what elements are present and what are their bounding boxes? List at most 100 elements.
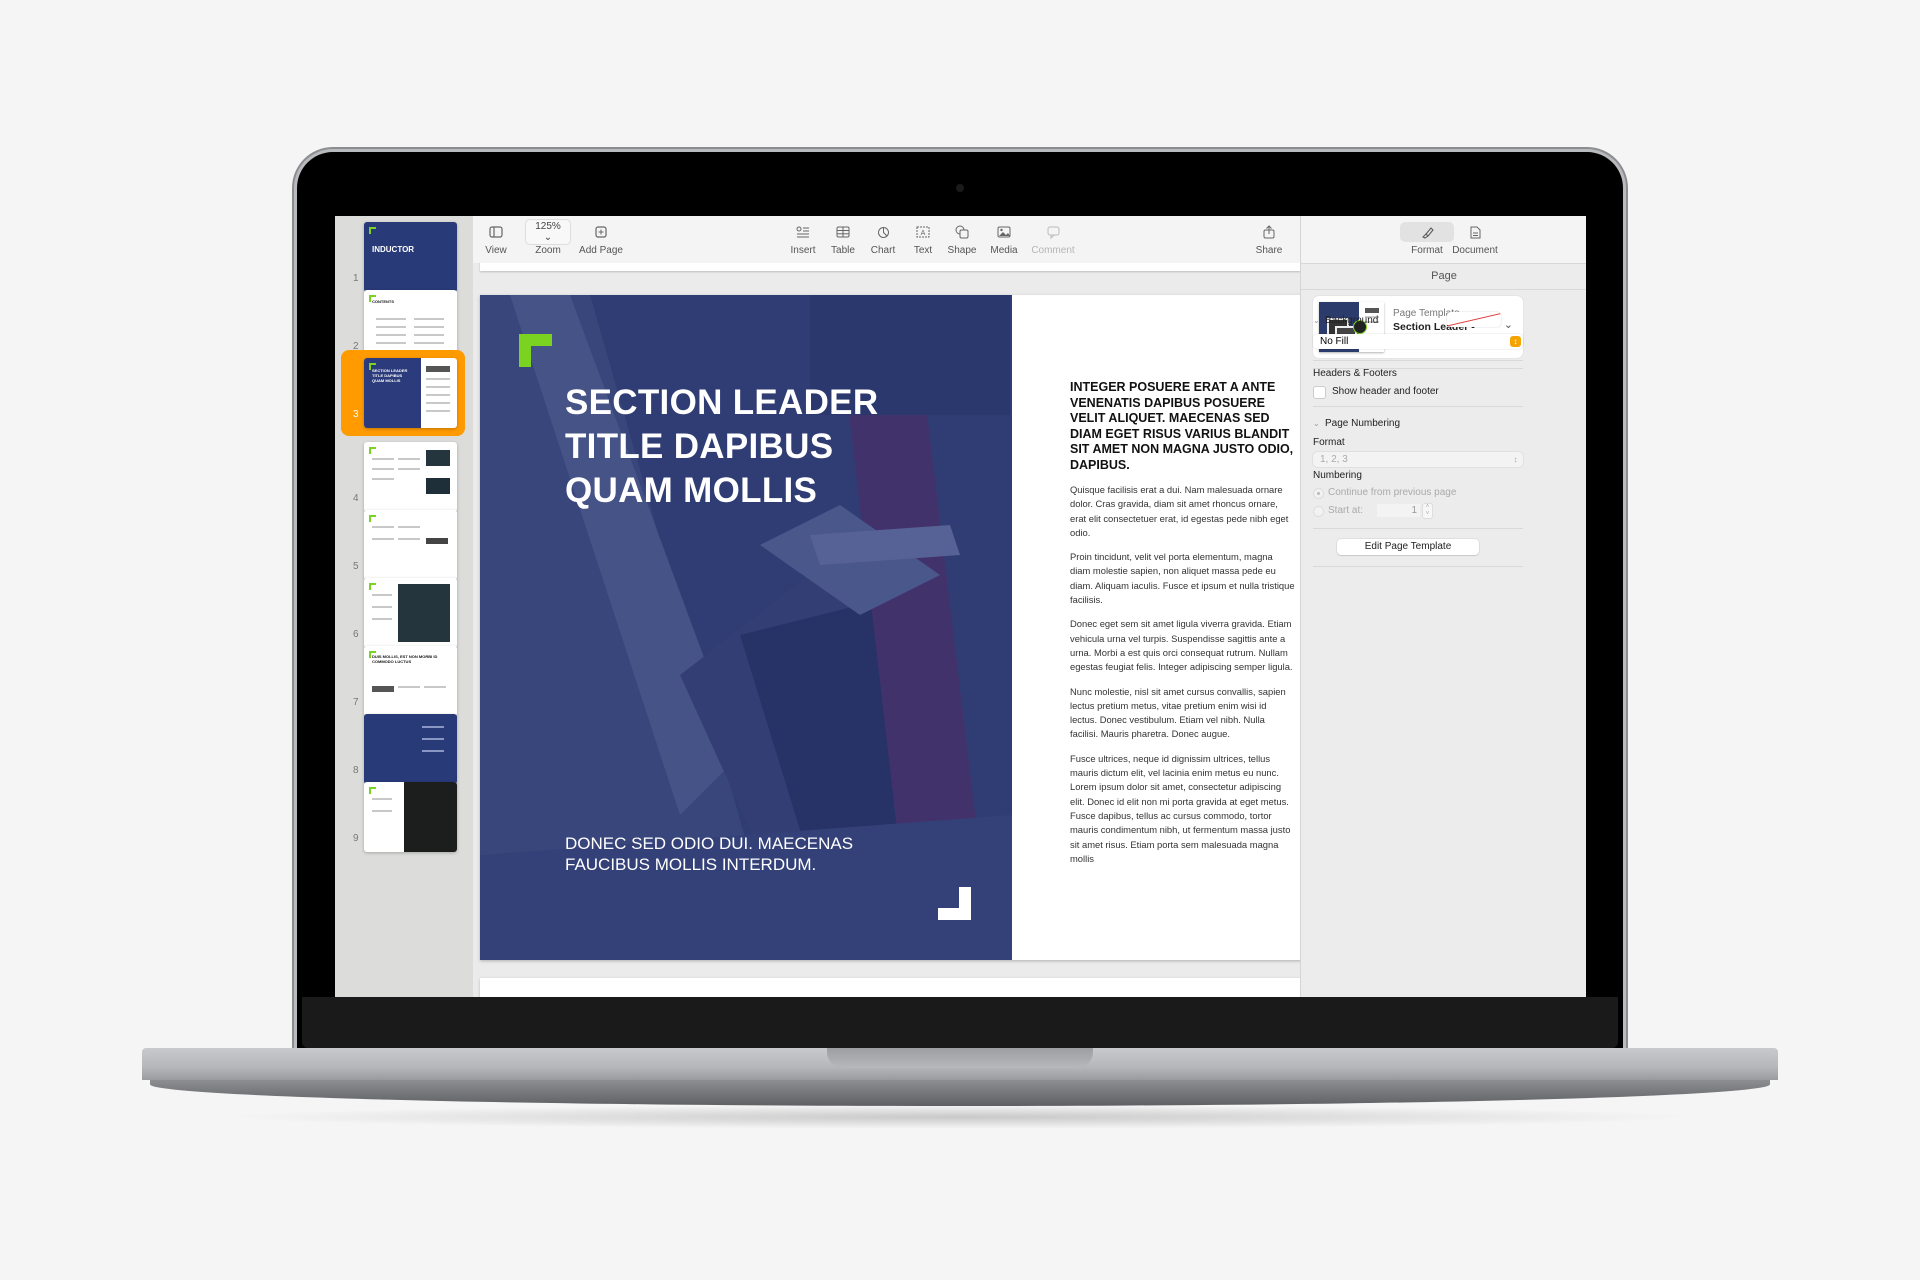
document-page-3[interactable]: SECTION LEADER TITLE DAPIBUS QUAM MOLLIS… — [480, 295, 1300, 960]
page-thumbnail-1[interactable]: INDUCTOR 1 — [335, 216, 473, 292]
page-number: 8 — [353, 765, 359, 776]
page-thumbnails-sidebar[interactable]: INDUCTOR 1 CONTENTS 2 SECTION LEADER TIT… — [335, 216, 474, 997]
page-thumbnail-8[interactable]: 8 — [335, 708, 473, 784]
add-page-label: Add Page — [579, 245, 623, 256]
insert-icon — [785, 222, 821, 242]
comment-button[interactable]: Comment — [1029, 222, 1077, 256]
shape-label: Shape — [947, 245, 977, 256]
share-icon — [1253, 222, 1285, 242]
insert-button[interactable]: Insert — [785, 222, 821, 256]
table-icon — [827, 222, 859, 242]
document-tab[interactable]: Document — [1447, 222, 1503, 256]
fill-value: No Fill — [1320, 336, 1349, 347]
text-line — [372, 606, 392, 608]
chevron-down-icon[interactable]: ⌄ — [1313, 419, 1320, 428]
body-paragraph: Proin tincidunt, velit vel porta element… — [1070, 551, 1295, 606]
text-line — [372, 526, 394, 528]
media-button[interactable]: Media — [987, 222, 1021, 256]
show-header-footer-checkbox[interactable] — [1313, 386, 1326, 399]
page-number: 5 — [353, 561, 359, 572]
page-number: 6 — [353, 629, 359, 640]
edit-page-template-button[interactable]: Edit Page Template — [1337, 539, 1479, 555]
thumbnail-preview: INDUCTOR — [364, 222, 457, 292]
section-subtitle[interactable]: DONEC SED ODIO DUI. MAECENAS FAUCIBUS MO… — [565, 833, 965, 875]
thumbnail-preview — [364, 442, 457, 512]
text-line — [398, 538, 420, 540]
view-button[interactable]: View — [481, 222, 511, 256]
zoom-control[interactable]: 125% ⌄ Zoom — [525, 219, 571, 256]
page-thumbnail-9[interactable]: 9 — [335, 776, 473, 852]
text-line — [426, 394, 450, 396]
table-label: Table — [831, 245, 855, 256]
start-at-stepper[interactable]: ˄ ˅ — [1422, 503, 1433, 519]
fill-type-select[interactable]: No Fill ↕ — [1313, 334, 1523, 349]
chart-button[interactable]: Chart — [867, 222, 899, 256]
thumbnail-image — [426, 450, 450, 466]
document-canvas[interactable]: SECTION LEADER TITLE DAPIBUS QUAM MOLLIS… — [473, 263, 1300, 997]
body-paragraph: Nunc molestie, nisl sit amet cursus conv… — [1070, 685, 1286, 740]
page-thumbnail-6[interactable]: 6 — [335, 572, 473, 648]
accent-corner-icon — [369, 787, 376, 794]
background-color-swatch[interactable] — [1447, 312, 1501, 327]
text-line — [372, 458, 394, 460]
title-line: TITLE DAPIBUS — [565, 427, 834, 466]
body-paragraph: Fusce ultrices, neque id dignissim ultri… — [1070, 752, 1291, 864]
number-format-select[interactable]: 1, 2, 3 ↕ — [1313, 452, 1523, 467]
green-corner-mark-icon — [519, 334, 552, 367]
start-at-field[interactable]: 1 — [1377, 504, 1420, 517]
thumbnail-title: SECTION LEADER TITLE DAPIBUS QUAM MOLLIS — [372, 368, 408, 383]
thumbnail-image — [426, 478, 450, 494]
page-thumbnail-2[interactable]: CONTENTS 2 — [335, 284, 473, 360]
page-number: 7 — [353, 697, 359, 708]
start-at-radio[interactable] — [1313, 506, 1324, 517]
laptop-opening-notch — [827, 1048, 1093, 1068]
text-line — [376, 326, 406, 328]
thumbnail-preview: DUIS MOLLIS, EST NON MORBI ID COMMODO LU… — [364, 646, 457, 716]
add-page-button[interactable]: Add Page — [577, 222, 625, 256]
text-label: Text — [913, 245, 933, 256]
continue-numbering-radio[interactable] — [1313, 488, 1324, 499]
page-thumbnail-7[interactable]: DUIS MOLLIS, EST NON MORBI ID COMMODO LU… — [335, 640, 473, 716]
shape-button[interactable]: Shape — [945, 222, 979, 256]
thumbnail-preview — [364, 782, 457, 852]
next-page — [480, 978, 1300, 997]
page-numbering-label: Page Numbering — [1325, 418, 1401, 429]
thumbnail-preview — [364, 578, 457, 648]
white-corner-mark-icon — [938, 887, 971, 920]
page-thumbnail-5[interactable]: 5 — [335, 504, 473, 580]
media-label: Media — [990, 245, 1018, 256]
table-button[interactable]: Table — [827, 222, 859, 256]
text-line — [426, 538, 448, 544]
thumbnail-preview: SECTION LEADER TITLE DAPIBUS QUAM MOLLIS — [364, 358, 457, 428]
continue-numbering-label: Continue from previous page — [1328, 487, 1457, 498]
page-thumbnail-4[interactable]: 4 — [335, 436, 473, 512]
chevron-down-icon[interactable]: ⌄ — [1313, 316, 1320, 325]
section-title[interactable]: SECTION LEADER TITLE DAPIBUS QUAM MOLLIS — [565, 381, 995, 513]
body-text-column[interactable]: INTEGER POSUERE ERAT A ANTE VENENATIS DA… — [1070, 380, 1295, 876]
zoom-value: 125% — [535, 221, 561, 232]
zoom-select[interactable]: 125% ⌄ — [525, 219, 571, 245]
text-button[interactable]: A Text — [909, 222, 937, 256]
section-leader-panel: SECTION LEADER TITLE DAPIBUS QUAM MOLLIS… — [480, 295, 1012, 960]
laptop-bezel-chin — [302, 997, 1618, 1048]
text-line — [398, 468, 420, 470]
inspector-tabs: Format Document — [1301, 216, 1586, 264]
divider — [1313, 360, 1523, 361]
text-line — [372, 798, 392, 800]
paintbrush-icon — [1400, 222, 1454, 242]
accent-corner-icon — [369, 515, 376, 522]
divider — [1313, 566, 1523, 567]
page-number: 9 — [353, 833, 359, 844]
chart-label: Chart — [870, 245, 896, 256]
text-line — [376, 318, 406, 320]
text-line — [398, 526, 420, 528]
updown-chevron-icon: ↕ — [1513, 455, 1518, 464]
laptop-shadow — [220, 1105, 1700, 1129]
updown-chevron-icon: ↕ — [1510, 336, 1521, 347]
text-line — [426, 402, 450, 404]
share-button[interactable]: Share — [1253, 222, 1285, 256]
page-thumbnail-3-selected[interactable]: SECTION LEADER TITLE DAPIBUS QUAM MOLLIS… — [335, 350, 473, 436]
thumbnail-title: INDUCTOR — [372, 245, 415, 254]
text-line — [372, 594, 392, 596]
chevron-down-icon[interactable]: ⌄ — [1504, 318, 1513, 331]
